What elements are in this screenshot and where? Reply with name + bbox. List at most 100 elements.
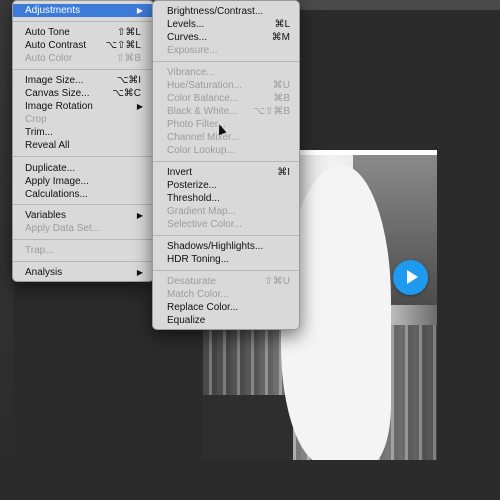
menu-item-label: Hue/Saturation... [167, 80, 243, 91]
menu-item-selective-color: Selective Color... [153, 218, 299, 231]
menu-item-replace-color[interactable]: Replace Color... [153, 301, 299, 314]
menu-item-label: Canvas Size... [25, 88, 90, 99]
menu-item-canvas-size[interactable]: Canvas Size... ⌥⌘C [13, 87, 153, 100]
menu-item-label: Apply Data Set... [25, 223, 101, 234]
menu-item-equalize[interactable]: Equalize [153, 314, 299, 327]
menu-item-posterize[interactable]: Posterize... [153, 179, 299, 192]
submenu-arrow-icon: ▶ [136, 268, 143, 277]
menu-item-auto-contrast[interactable]: Auto Contrast ⌥⇧⌘L [13, 39, 153, 52]
menu-item-match-color: Match Color... [153, 288, 299, 301]
menu-item-label: Auto Color [25, 53, 73, 64]
menu-item-label: Channel Mixer... [167, 132, 240, 143]
submenu-arrow-icon: ▶ [136, 211, 143, 220]
menu-separator [153, 235, 299, 236]
menu-item-label: Desaturate [167, 276, 216, 287]
menu-item-label: Color Balance... [167, 93, 239, 104]
menu-item-brightness-contrast[interactable]: Brightness/Contrast... [153, 5, 299, 18]
menu-item-apply-image[interactable]: Apply Image... [13, 175, 153, 188]
menu-item-label: Vibrance... [167, 67, 215, 78]
submenu-arrow-icon: ▶ [136, 6, 143, 15]
image-menu: Adjustments ▶ Auto Tone ⇧⌘L Auto Contras… [12, 0, 154, 282]
menu-item-shadows-highlights[interactable]: Shadows/Highlights... [153, 240, 299, 253]
menu-item-exposure: Exposure... [153, 44, 299, 57]
menu-item-trim[interactable]: Trim... [13, 126, 153, 139]
menu-shortcut: ⇧⌘U [264, 276, 290, 287]
menu-item-label: Shadows/Highlights... [167, 241, 264, 252]
menu-item-label: Auto Contrast [25, 40, 87, 51]
menu-item-levels[interactable]: Levels... ⌘L [153, 18, 299, 31]
menu-item-label: Crop [25, 114, 47, 125]
menu-item-photo-filter: Photo Filter... [153, 118, 299, 131]
menu-item-auto-tone[interactable]: Auto Tone ⇧⌘L [13, 26, 153, 39]
menu-separator [13, 156, 153, 157]
menu-item-label: Calculations... [25, 189, 88, 200]
menu-item-label: Adjustments [25, 5, 81, 16]
submenu-arrow-icon: ▶ [136, 102, 143, 111]
menu-item-hue-saturation: Hue/Saturation... ⌘U [153, 79, 299, 92]
menu-separator [153, 161, 299, 162]
menu-item-desaturate: Desaturate ⇧⌘U [153, 275, 299, 288]
menu-item-apply-data-set: Apply Data Set... [13, 222, 153, 235]
menu-item-variables[interactable]: Variables ▶ [13, 209, 153, 222]
menu-item-label: Exposure... [167, 45, 218, 56]
menu-item-hdr-toning[interactable]: HDR Toning... [153, 253, 299, 266]
menu-item-adjustments[interactable]: Adjustments ▶ [13, 4, 153, 17]
menu-item-image-size[interactable]: Image Size... ⌥⌘I [13, 74, 153, 87]
menu-item-label: Equalize [167, 315, 206, 326]
menu-item-gradient-map: Gradient Map... [153, 205, 299, 218]
menu-item-label: Posterize... [167, 180, 218, 191]
menu-item-trap: Trap... [13, 244, 153, 257]
menu-item-duplicate[interactable]: Duplicate... [13, 162, 153, 175]
menu-item-black-white: Black & White... ⌥⇧⌘B [153, 105, 299, 118]
menu-item-label: Trap... [25, 245, 54, 256]
menu-separator [13, 261, 153, 262]
menu-item-invert[interactable]: Invert ⌘I [153, 166, 299, 179]
menu-item-label: Replace Color... [167, 302, 239, 313]
menu-shortcut: ⌘L [274, 19, 290, 30]
menu-item-calculations[interactable]: Calculations... [13, 188, 153, 201]
menu-shortcut: ⇧⌘L [117, 27, 141, 38]
menu-item-channel-mixer: Channel Mixer... [153, 131, 299, 144]
menu-shortcut: ⇧⌘B [115, 53, 141, 64]
menu-item-label: Brightness/Contrast... [167, 6, 264, 17]
menu-item-label: Curves... [167, 32, 208, 43]
menu-separator [13, 239, 153, 240]
menu-item-label: Trim... [25, 127, 53, 138]
menu-separator [153, 270, 299, 271]
menu-item-label: Analysis [25, 267, 63, 278]
menu-item-color-balance: Color Balance... ⌘B [153, 92, 299, 105]
menu-item-label: Selective Color... [167, 219, 243, 230]
menu-item-label: Invert [167, 167, 193, 178]
menu-item-label: Variables [25, 210, 66, 221]
menu-item-vibrance: Vibrance... [153, 66, 299, 79]
menu-shortcut: ⌘B [273, 93, 290, 104]
menu-item-crop: Crop [13, 113, 153, 126]
menu-shortcut: ⌘M [271, 32, 290, 43]
play-icon[interactable] [393, 260, 428, 295]
menu-separator [13, 21, 153, 22]
menu-item-label: Color Lookup... [167, 145, 235, 156]
menu-item-label: Image Size... [25, 75, 84, 86]
menu-item-label: Gradient Map... [167, 206, 236, 217]
menu-separator [13, 69, 153, 70]
menu-item-label: Levels... [167, 19, 205, 30]
menu-item-image-rotation[interactable]: Image Rotation ▶ [13, 100, 153, 113]
menu-item-auto-color: Auto Color ⇧⌘B [13, 52, 153, 65]
menu-item-label: HDR Toning... [167, 254, 230, 265]
menu-shortcut: ⌥⌘C [112, 88, 141, 99]
menu-item-color-lookup: Color Lookup... [153, 144, 299, 157]
menu-shortcut: ⌘U [272, 80, 290, 91]
menu-item-reveal-all[interactable]: Reveal All [13, 139, 153, 152]
adjustments-submenu: Brightness/Contrast... Levels... ⌘L Curv… [152, 0, 300, 330]
menu-item-threshold[interactable]: Threshold... [153, 192, 299, 205]
menu-item-label: Threshold... [167, 193, 220, 204]
menu-item-curves[interactable]: Curves... ⌘M [153, 31, 299, 44]
menu-item-analysis[interactable]: Analysis ▶ [13, 266, 153, 279]
menu-separator [13, 204, 153, 205]
menu-shortcut: ⌥⌘I [116, 75, 141, 86]
menu-shortcut: ⌥⇧⌘L [105, 40, 141, 51]
menu-item-label: Reveal All [25, 140, 70, 151]
menu-item-label: Duplicate... [25, 163, 76, 174]
menu-shortcut: ⌥⇧⌘B [253, 106, 290, 117]
menu-shortcut: ⌘I [277, 167, 290, 178]
